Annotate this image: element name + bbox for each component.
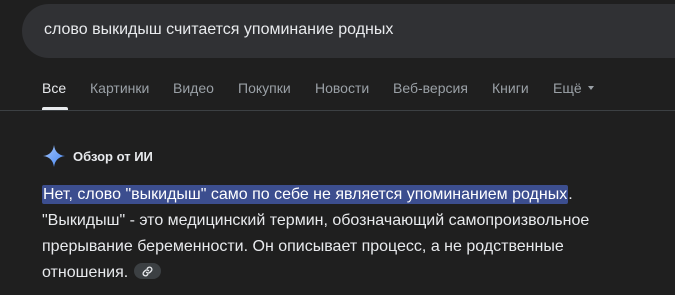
tab-images[interactable]: Картинки	[90, 80, 149, 96]
tab-all[interactable]: Все	[42, 80, 66, 96]
search-bar[interactable]: слово выкидыш считается упоминание родны…	[22, 4, 675, 58]
tabs-divider	[0, 110, 675, 111]
tab-books[interactable]: Книги	[492, 80, 529, 96]
link-icon	[142, 266, 153, 277]
search-input[interactable]: слово выкидыш считается упоминание родны…	[44, 21, 393, 39]
chevron-down-icon	[587, 86, 594, 91]
answer-line-4: отношения.	[42, 260, 667, 286]
answer-period: .	[568, 186, 573, 203]
source-link-button[interactable]	[134, 262, 162, 279]
tab-more[interactable]: Ещё	[553, 80, 594, 96]
answer-line-3: прерывание беременности. Он описывает пр…	[42, 238, 564, 255]
highlighted-answer: Нет, слово "выкидыш" само по себе не явл…	[42, 185, 569, 204]
search-tabs: Все Картинки Видео Покупки Новости Веб-в…	[0, 80, 675, 102]
answer-line-4-text: отношения.	[42, 264, 129, 281]
tab-shopping[interactable]: Покупки	[238, 80, 291, 96]
ai-overview-title: Обзор от ИИ	[73, 149, 153, 164]
tab-news[interactable]: Новости	[315, 80, 369, 96]
tab-web[interactable]: Веб-версия	[393, 80, 468, 96]
tab-more-label: Ещё	[553, 80, 582, 96]
answer-line-1: Нет, слово "выкидыш" само по себе не явл…	[42, 182, 667, 208]
ai-overview-answer: Нет, слово "выкидыш" само по себе не явл…	[42, 182, 667, 286]
tab-videos[interactable]: Видео	[173, 80, 214, 96]
answer-line-2: "Выкидыш" - это медицинский термин, обоз…	[42, 212, 590, 229]
sparkle-icon	[43, 145, 65, 167]
search-results-page: слово выкидыш считается упоминание родны…	[0, 0, 675, 295]
